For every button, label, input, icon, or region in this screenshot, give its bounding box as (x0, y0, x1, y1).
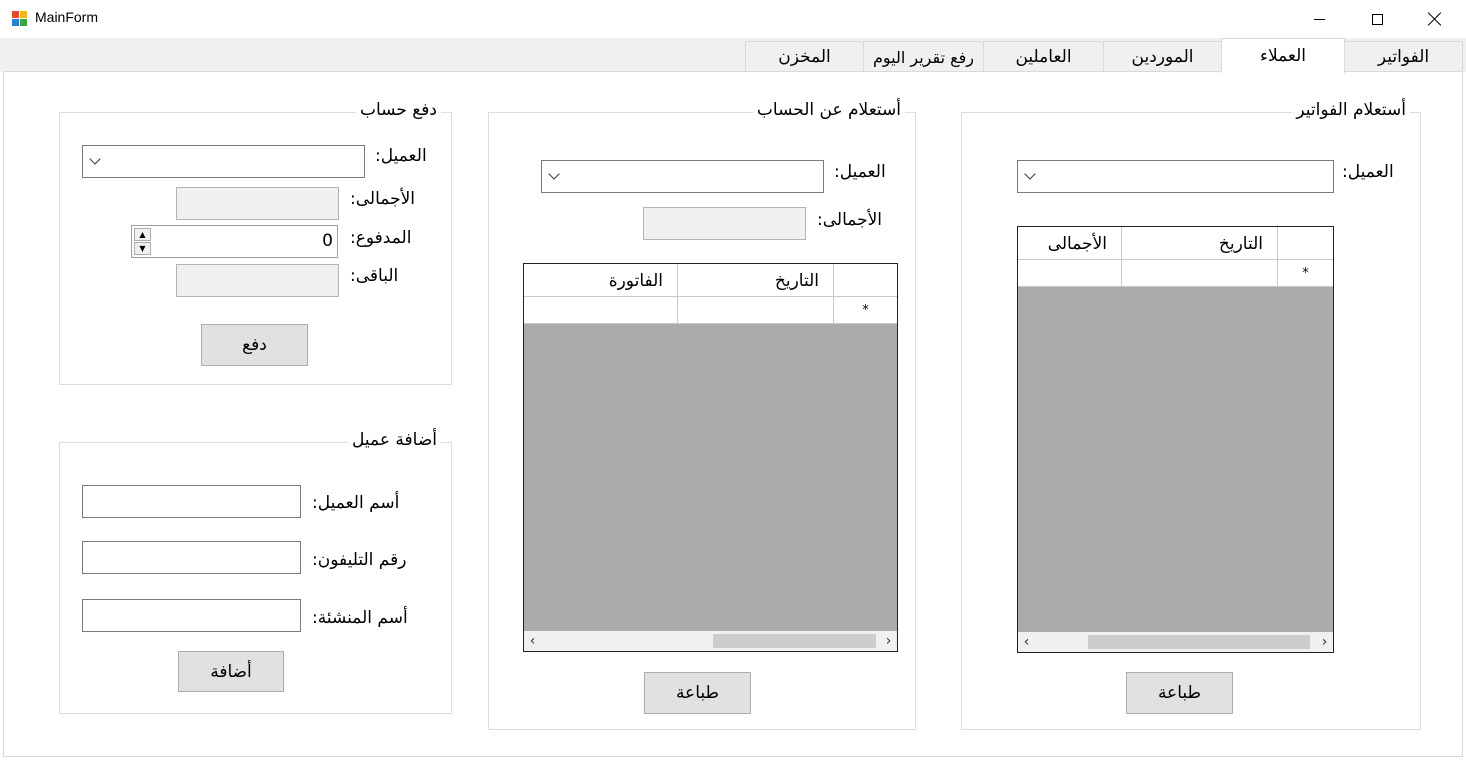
window-title: MainForm (35, 9, 99, 25)
customer-name-field[interactable] (82, 485, 301, 518)
app-icon (12, 11, 28, 27)
tab-invoices[interactable]: الفواتير (1344, 41, 1463, 72)
new-row-marker: * (833, 297, 897, 324)
account-customer-combo[interactable] (541, 160, 824, 193)
scroll-left-icon[interactable]: ‹ (1018, 632, 1035, 652)
stepper-up-icon[interactable]: ▲ (134, 228, 151, 241)
maximize-icon (1371, 13, 1383, 25)
tab-strip: الفواتير العملاء الموردين العاملين رفع ت… (0, 38, 1466, 73)
invoice-print-button[interactable]: طباعة (1126, 672, 1233, 714)
scroll-left-icon[interactable]: ‹ (524, 631, 541, 651)
close-button[interactable] (1406, 0, 1464, 38)
customer-company-label: أسم المنشئة: (312, 608, 408, 628)
pay-customer-label: العميل: (375, 146, 427, 166)
column-header-date[interactable]: التاريخ (1121, 227, 1277, 260)
scroll-right-icon[interactable]: › (1316, 632, 1333, 652)
customer-name-label: أسم العميل: (312, 493, 400, 513)
tab-daily-report[interactable]: رفع تقرير اليوم (863, 41, 984, 72)
title-bar: MainForm (0, 0, 1466, 38)
pay-account-title: دفع حساب (355, 100, 441, 120)
chevron-down-icon (89, 153, 101, 165)
tab-employees[interactable]: العاملين (983, 41, 1104, 72)
invoice-customer-combo[interactable] (1017, 160, 1334, 193)
column-header-total[interactable]: الأجمالى (1018, 227, 1121, 260)
column-header-invoice[interactable]: الفاتورة (524, 264, 677, 297)
row-header-corner (1277, 227, 1333, 260)
horizontal-scrollbar[interactable]: ‹ › (524, 631, 897, 651)
row-header-corner (833, 264, 897, 297)
pay-remaining-label: الباقى: (350, 266, 399, 286)
maximize-button[interactable] (1348, 0, 1406, 38)
paid-amount-stepper[interactable]: 0 ▲ ▼ (131, 225, 338, 258)
column-header-date[interactable]: التاريخ (677, 264, 833, 297)
table-row[interactable]: * (524, 297, 897, 324)
chevron-down-icon (548, 168, 560, 180)
chevron-down-icon (1024, 168, 1036, 180)
customer-company-field[interactable] (82, 599, 301, 632)
scroll-thumb[interactable] (713, 634, 876, 648)
grid-header: الفاتورة التاريخ (524, 264, 897, 297)
invoice-grid[interactable]: الأجمالى التاريخ * ‹ › (1017, 226, 1334, 653)
grid-header: الأجمالى التاريخ (1018, 227, 1333, 260)
grid-cell[interactable] (1121, 260, 1277, 287)
grid-cell[interactable] (524, 297, 677, 324)
pay-total-label: الأجمالى: (350, 189, 416, 209)
pay-remaining-field (176, 264, 339, 297)
grid-cell[interactable] (677, 297, 833, 324)
pay-button[interactable]: دفع (201, 324, 308, 366)
account-total-field (643, 207, 806, 240)
add-customer-button[interactable]: أضافة (178, 651, 284, 692)
pay-paid-label: المدفوع: (350, 228, 412, 248)
account-total-label: الأجمالى: (817, 210, 883, 230)
minimize-button[interactable] (1290, 0, 1348, 38)
customer-phone-label: رقم التليفون: (312, 550, 407, 570)
table-row[interactable]: * (1018, 260, 1333, 287)
paid-amount-value: 0 (322, 231, 333, 251)
account-inquiry-title: أستعلام عن الحساب (752, 100, 905, 120)
minimize-icon (1313, 18, 1325, 20)
invoice-inquiry-title: أستعلام الفواتير (1292, 100, 1410, 120)
account-customer-label: العميل: (834, 162, 886, 182)
stepper-buttons: ▲ ▼ (134, 228, 151, 255)
account-print-button[interactable]: طباعة (644, 672, 751, 714)
close-icon (1428, 12, 1442, 26)
tab-warehouse[interactable]: المخزن (745, 41, 864, 72)
grid-cell[interactable] (1018, 260, 1121, 287)
customer-phone-field[interactable] (82, 541, 301, 574)
stepper-down-icon[interactable]: ▼ (134, 242, 151, 255)
new-row-marker: * (1277, 260, 1333, 287)
invoice-customer-label: العميل: (1342, 162, 1394, 182)
pay-customer-combo[interactable] (82, 145, 365, 178)
tab-suppliers[interactable]: الموردين (1103, 41, 1222, 72)
scroll-right-icon[interactable]: › (880, 631, 897, 651)
tab-customers[interactable]: العملاء (1221, 38, 1345, 73)
account-grid[interactable]: الفاتورة التاريخ * ‹ › (523, 263, 898, 652)
scroll-thumb[interactable] (1088, 635, 1310, 649)
pay-total-field (176, 187, 339, 220)
add-customer-title: أضافة عميل (348, 430, 441, 450)
horizontal-scrollbar[interactable]: ‹ › (1018, 632, 1333, 652)
